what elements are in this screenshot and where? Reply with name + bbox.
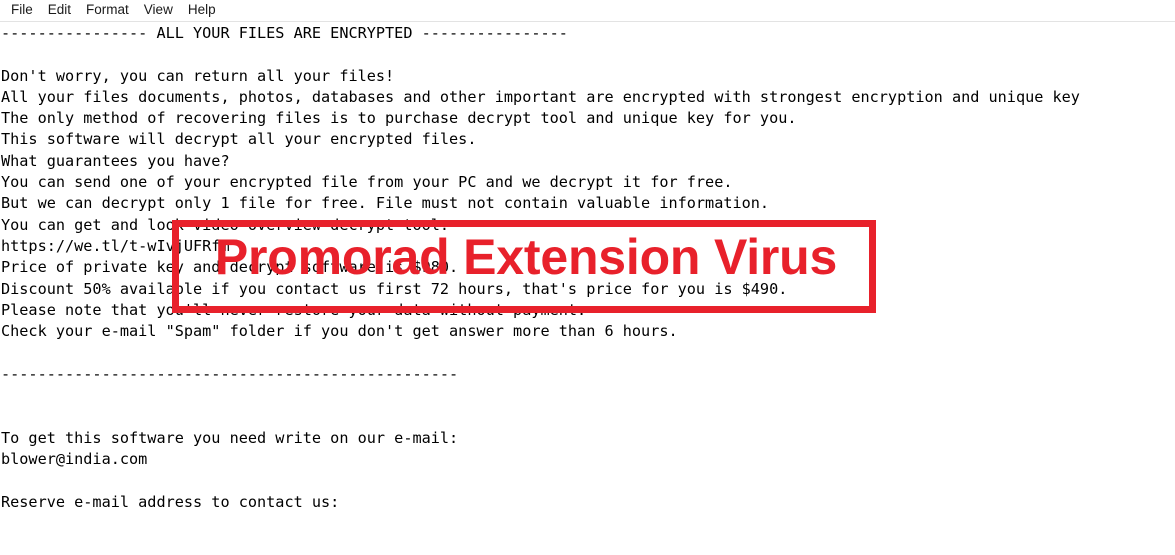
menu-view[interactable]: View — [137, 1, 181, 20]
ransom-note-text[interactable]: ---------------- ALL YOUR FILES ARE ENCR… — [0, 23, 1175, 513]
menu-file[interactable]: File — [4, 1, 41, 20]
menu-help[interactable]: Help — [181, 1, 224, 20]
menu-format[interactable]: Format — [79, 1, 137, 20]
menu-bar: File Edit Format View Help — [0, 0, 1175, 22]
text-editor-area[interactable]: ---------------- ALL YOUR FILES ARE ENCR… — [0, 23, 1175, 555]
menu-edit[interactable]: Edit — [41, 1, 79, 20]
